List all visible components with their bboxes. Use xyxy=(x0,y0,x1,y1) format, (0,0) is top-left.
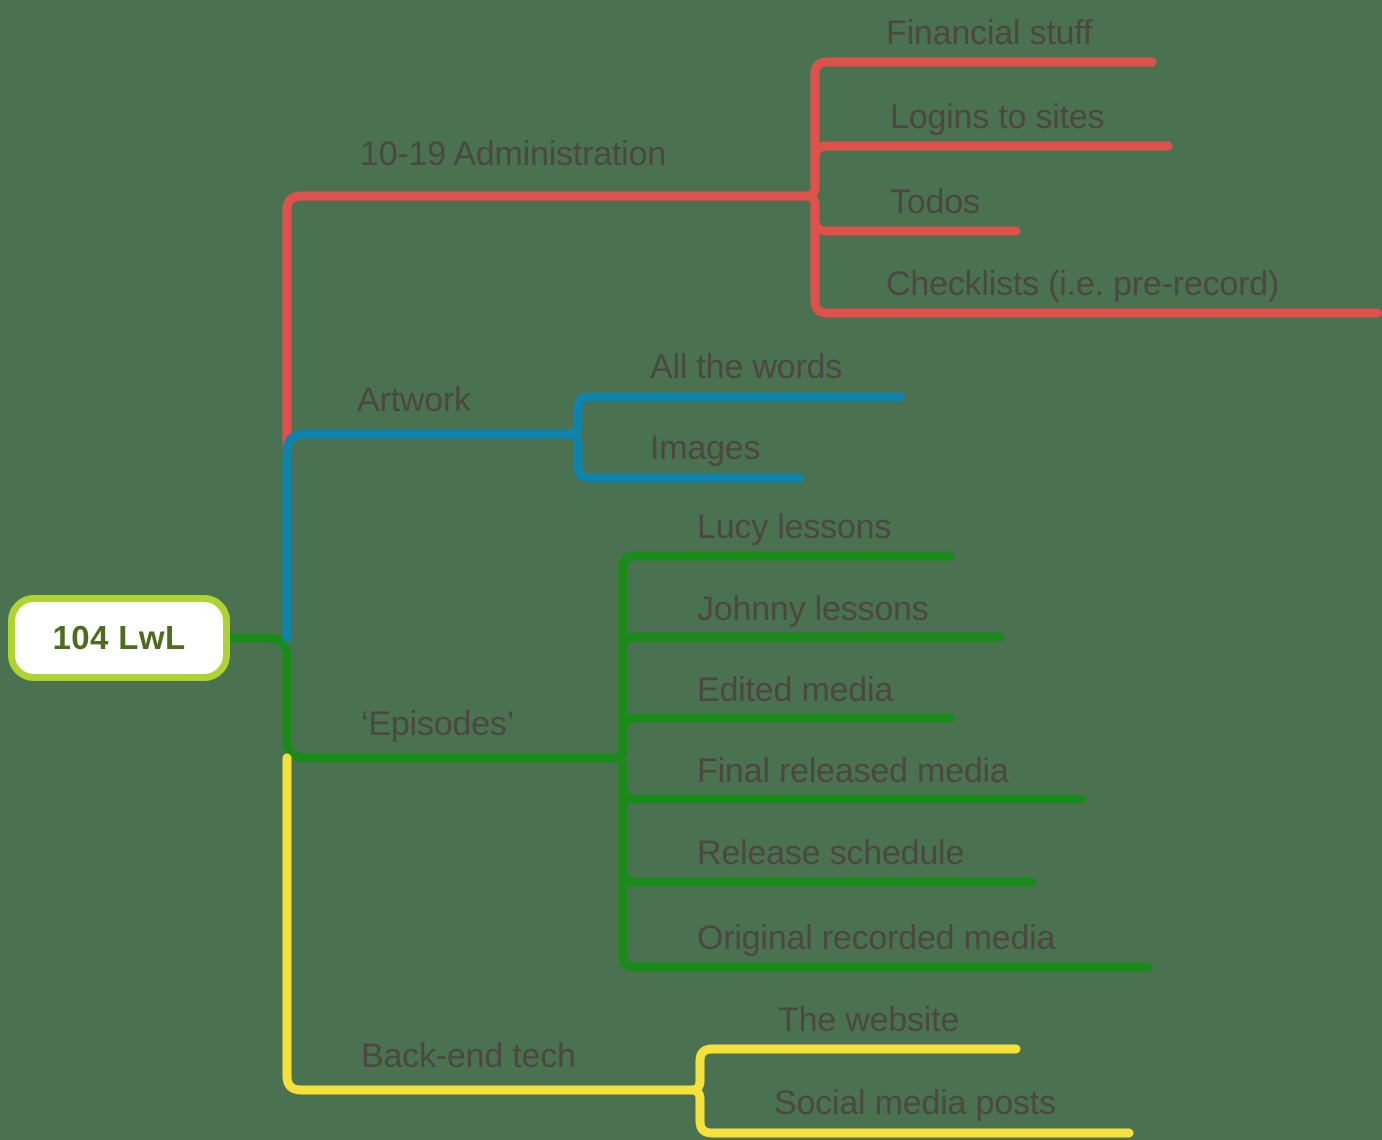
root-node[interactable]: 104 LwL xyxy=(8,595,230,681)
root-node-label: 104 LwL xyxy=(52,619,186,656)
child-label-logins-to-sites[interactable]: Logins to sites xyxy=(890,100,1105,134)
branch-label-artwork[interactable]: Artwork xyxy=(357,383,471,417)
child-label-the-website[interactable]: The website xyxy=(778,1003,959,1037)
red-fork-spine xyxy=(801,191,820,210)
child-line-edited-media xyxy=(618,713,955,754)
child-label-original-recorded-media[interactable]: Original recorded media xyxy=(697,921,1055,955)
child-label-social-media-posts[interactable]: Social media posts xyxy=(774,1086,1056,1120)
mindmap-canvas: 104 LwL 10-19 Administration Artwork ‘Ep… xyxy=(0,0,1382,1140)
child-label-final-released-media[interactable]: Final released media xyxy=(697,754,1009,788)
child-label-financial-stuff[interactable]: Financial stuff xyxy=(886,16,1092,50)
yellow-fork-spine xyxy=(686,1085,705,1104)
child-label-todos[interactable]: Todos xyxy=(890,185,980,219)
branch-line-artwork xyxy=(282,429,574,643)
child-line-logins-to-sites xyxy=(810,141,1173,192)
branch-label-administration[interactable]: 10-19 Administration xyxy=(360,137,666,171)
child-label-checklists[interactable]: Checklists (i.e. pre-record) xyxy=(886,267,1279,301)
child-label-edited-media[interactable]: Edited media xyxy=(697,673,893,707)
child-label-release-schedule[interactable]: Release schedule xyxy=(697,836,964,870)
child-label-all-the-words[interactable]: All the words xyxy=(650,350,842,384)
child-label-lucy-lessons[interactable]: Lucy lessons xyxy=(697,510,891,544)
child-label-johnny-lessons[interactable]: Johnny lessons xyxy=(697,592,929,626)
blue-fork-spine xyxy=(564,429,583,448)
branch-label-back-end-tech[interactable]: Back-end tech xyxy=(361,1039,576,1073)
green-fork-spine xyxy=(609,753,628,772)
child-line-lucy-lessons xyxy=(609,551,955,763)
branch-label-episodes[interactable]: ‘Episodes’ xyxy=(361,707,514,741)
child-label-images[interactable]: Images xyxy=(650,431,760,465)
branch-lines xyxy=(227,57,1382,1138)
